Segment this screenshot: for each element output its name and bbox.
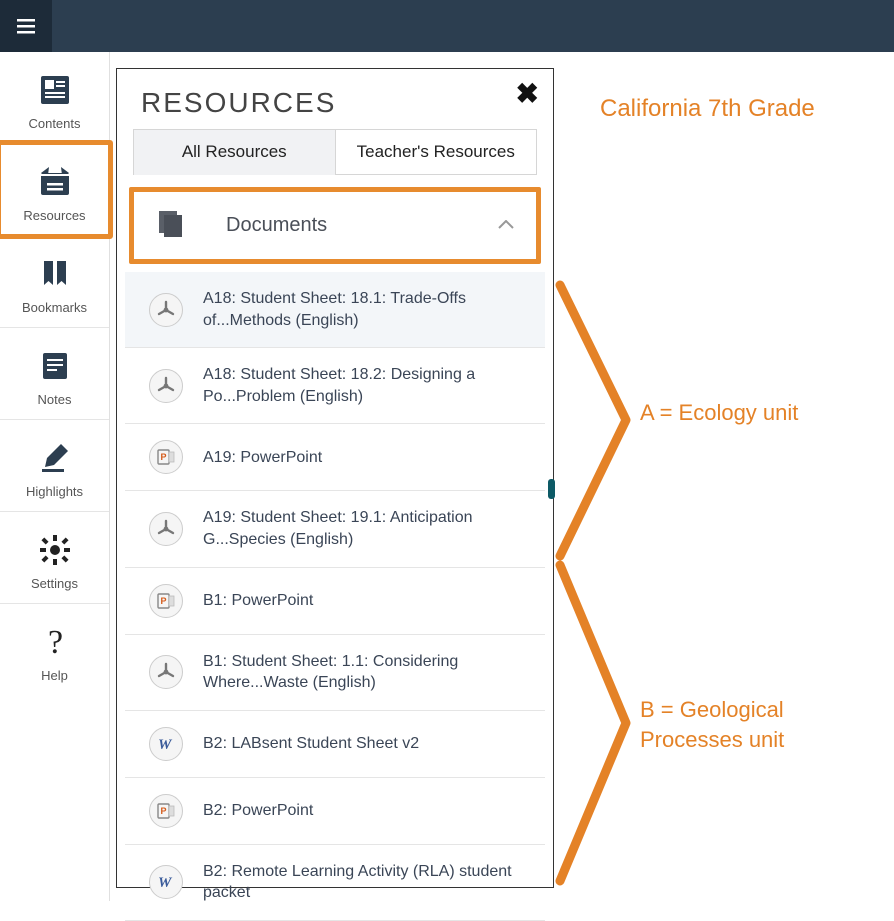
document-item[interactable]: P B2: PowerPoint xyxy=(125,778,545,845)
sidebar: Contents Resources Bookmarks Notes Highl… xyxy=(0,52,110,901)
document-title: A18: Student Sheet: 18.1: Trade-Offs of.… xyxy=(203,288,525,331)
sidebar-item-notes[interactable]: Notes xyxy=(0,328,109,420)
bookmarks-icon xyxy=(6,254,103,294)
sidebar-label: Resources xyxy=(6,208,103,223)
ppt-file-icon: P xyxy=(149,584,183,618)
resources-panel: RESOURCES ✖ All Resources Teacher's Reso… xyxy=(116,68,554,888)
svg-text:?: ? xyxy=(48,624,63,661)
svg-text:P: P xyxy=(161,452,167,462)
pdf-file-icon xyxy=(149,293,183,327)
top-bar xyxy=(0,0,894,52)
document-item[interactable]: W B2: LABsent Student Sheet v2 xyxy=(125,711,545,778)
svg-text:P: P xyxy=(161,596,167,606)
pdf-file-icon xyxy=(149,369,183,403)
document-item[interactable]: A18: Student Sheet: 18.2: Designing a Po… xyxy=(125,348,545,424)
svg-text:P: P xyxy=(161,806,167,816)
sidebar-item-contents[interactable]: Contents xyxy=(0,52,109,144)
document-item[interactable]: A18: Student Sheet: 18.1: Trade-Offs of.… xyxy=(125,272,545,348)
documents-icon xyxy=(156,208,186,243)
document-title: B2: PowerPoint xyxy=(203,800,313,822)
sidebar-label: Settings xyxy=(6,576,103,591)
ppt-file-icon: P xyxy=(149,794,183,828)
document-item[interactable]: P A19: PowerPoint xyxy=(125,424,545,491)
help-icon: ? xyxy=(6,622,103,662)
svg-text:W: W xyxy=(158,737,173,753)
document-item[interactable]: W B2: Remote Learning Activity (RLA) stud… xyxy=(125,845,545,921)
sidebar-item-resources[interactable]: Resources xyxy=(0,144,109,236)
hamburger-icon xyxy=(14,14,38,38)
resources-icon xyxy=(6,162,103,202)
annotation-label-a: A = Ecology unit xyxy=(640,400,798,426)
sidebar-item-settings[interactable]: Settings xyxy=(0,512,109,604)
sidebar-label: Highlights xyxy=(6,484,103,499)
document-list: A18: Student Sheet: 18.1: Trade-Offs of.… xyxy=(117,264,553,921)
ppt-file-icon: P xyxy=(149,440,183,474)
sidebar-item-bookmarks[interactable]: Bookmarks xyxy=(0,236,109,328)
annotation-bracket-b xyxy=(558,563,638,888)
notes-icon xyxy=(6,346,103,386)
documents-section-header[interactable]: Documents xyxy=(129,187,541,264)
chevron-up-icon xyxy=(498,217,514,235)
close-button[interactable]: ✖ xyxy=(516,77,539,110)
contents-icon xyxy=(6,70,103,110)
panel-title: RESOURCES xyxy=(141,87,529,119)
document-item[interactable]: P B1: PowerPoint xyxy=(125,568,545,635)
word-file-icon: W xyxy=(149,727,183,761)
sidebar-label: Bookmarks xyxy=(6,300,103,315)
annotation-bracket-a xyxy=(558,283,638,563)
document-item[interactable]: A19: Student Sheet: 19.1: Anticipation G… xyxy=(125,491,545,567)
tab-teacher-resources[interactable]: Teacher's Resources xyxy=(336,129,538,175)
tab-bar: All Resources Teacher's Resources xyxy=(117,129,553,175)
sidebar-label: Help xyxy=(6,668,103,683)
annotation-label-b: B = Geological Processes unit xyxy=(640,695,840,754)
document-title: A19: PowerPoint xyxy=(203,447,322,469)
close-icon: ✖ xyxy=(516,78,539,109)
annotation-heading: California 7th Grade xyxy=(600,95,815,123)
scrollbar-thumb[interactable] xyxy=(548,479,555,499)
settings-icon xyxy=(6,530,103,570)
section-title: Documents xyxy=(226,214,327,237)
pdf-file-icon xyxy=(149,655,183,689)
word-file-icon: W xyxy=(149,865,183,899)
document-title: B1: Student Sheet: 1.1: Considering Wher… xyxy=(203,651,525,694)
sidebar-item-highlights[interactable]: Highlights xyxy=(0,420,109,512)
document-title: A18: Student Sheet: 18.2: Designing a Po… xyxy=(203,364,525,407)
menu-button[interactable] xyxy=(0,0,52,52)
tab-all-resources[interactable]: All Resources xyxy=(133,129,336,175)
sidebar-label: Notes xyxy=(6,392,103,407)
document-title: B1: PowerPoint xyxy=(203,590,313,612)
highlights-icon xyxy=(6,438,103,478)
document-title: A19: Student Sheet: 19.1: Anticipation G… xyxy=(203,507,525,550)
panel-header: RESOURCES ✖ xyxy=(117,69,553,129)
document-title: B2: Remote Learning Activity (RLA) stude… xyxy=(203,861,525,904)
pdf-file-icon xyxy=(149,512,183,546)
sidebar-item-help[interactable]: ? Help xyxy=(0,604,109,695)
document-title: B2: LABsent Student Sheet v2 xyxy=(203,733,419,755)
document-item[interactable]: B1: Student Sheet: 1.1: Considering Wher… xyxy=(125,635,545,711)
sidebar-label: Contents xyxy=(6,116,103,131)
svg-text:W: W xyxy=(158,875,173,891)
